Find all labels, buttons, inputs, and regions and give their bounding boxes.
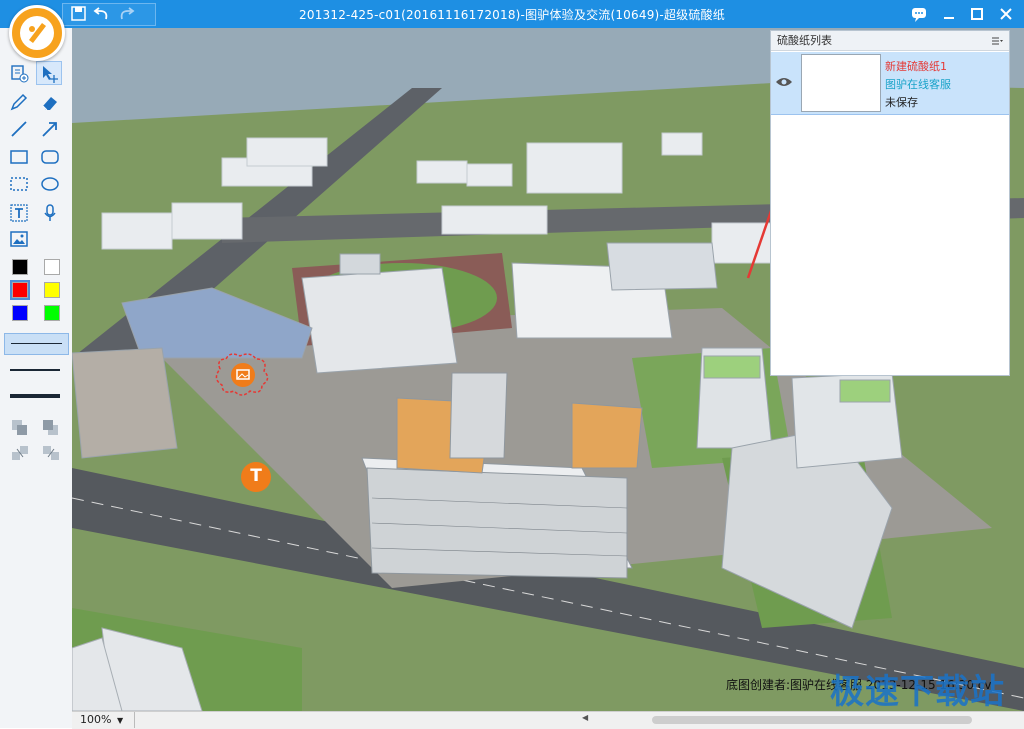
sheet-status: 未保存	[885, 96, 918, 109]
scroll-left-icon[interactable]: ◀	[582, 713, 588, 722]
color-blue-swatch[interactable]	[12, 305, 28, 321]
select-move-icon[interactable]	[36, 61, 62, 85]
chat-icon[interactable]	[908, 4, 930, 24]
sheet-author: 图驴在线客服	[885, 78, 951, 91]
microphone-icon[interactable]	[38, 202, 62, 224]
color-white-swatch[interactable]	[44, 259, 60, 275]
tracing-paper-panel: 硫酸纸列表 新建硫酸纸1 图驴在线客服 未保存	[770, 30, 1010, 376]
line-width-thick-option[interactable]	[10, 394, 60, 398]
line-width-medium-option[interactable]	[10, 369, 60, 371]
text-marker-label: T	[250, 466, 262, 486]
scrollbar-thumb[interactable]	[652, 716, 972, 724]
panel-title: 硫酸纸列表	[777, 34, 832, 47]
zoom-select[interactable]: 100% ▼	[72, 712, 135, 728]
send-to-back-icon[interactable]	[39, 442, 63, 464]
add-sheet-icon[interactable]	[7, 62, 31, 84]
rounded-rectangle-icon[interactable]	[38, 146, 62, 168]
line-icon[interactable]	[7, 118, 31, 140]
sheet-name: 新建硫酸纸1	[885, 60, 947, 73]
panel-header: 硫酸纸列表	[771, 31, 1009, 51]
window-title: 201312-425-c01(20161116172018)-图驴体验及交流(1…	[299, 8, 725, 22]
chevron-down-icon: ▼	[116, 716, 124, 725]
horizontal-scrollbar[interactable]: ◀	[582, 713, 982, 727]
image-icon[interactable]	[7, 228, 31, 250]
text-marker-icon[interactable]: T	[240, 461, 272, 493]
image-marker-icon[interactable]	[210, 351, 274, 397]
send-backward-icon[interactable]	[39, 416, 63, 438]
bring-forward-icon[interactable]	[8, 416, 32, 438]
list-item[interactable]: 新建硫酸纸1 图驴在线客服 未保存	[771, 52, 1009, 115]
app-logo[interactable]	[9, 5, 65, 61]
dashed-rectangle-icon[interactable]	[7, 173, 31, 195]
watermark: 极速下载站	[830, 672, 1005, 712]
drawing-toolbar	[0, 28, 73, 728]
close-icon[interactable]	[995, 4, 1017, 24]
minimize-icon[interactable]	[938, 4, 960, 24]
status-bar: 100% ▼ ◀	[72, 711, 1024, 729]
line-width-thin-option[interactable]	[4, 333, 69, 355]
arrow-icon[interactable]	[38, 118, 62, 140]
pencil-icon[interactable]	[7, 91, 31, 113]
bring-to-front-icon[interactable]	[8, 442, 32, 464]
color-black-swatch[interactable]	[12, 259, 28, 275]
color-green-swatch[interactable]	[44, 305, 60, 321]
ellipse-icon[interactable]	[38, 173, 62, 195]
title-bar: 201312-425-c01(20161116172018)-图驴体验及交流(1…	[0, 0, 1024, 28]
color-red-swatch[interactable]	[10, 280, 30, 300]
sheet-thumbnail	[801, 54, 881, 112]
eraser-icon[interactable]	[38, 91, 62, 113]
zoom-value: 100%	[80, 713, 112, 726]
color-yellow-swatch[interactable]	[44, 282, 60, 298]
eye-icon[interactable]	[775, 74, 793, 93]
maximize-icon[interactable]	[966, 4, 988, 24]
text-icon[interactable]	[7, 202, 31, 224]
rectangle-icon[interactable]	[7, 146, 31, 168]
